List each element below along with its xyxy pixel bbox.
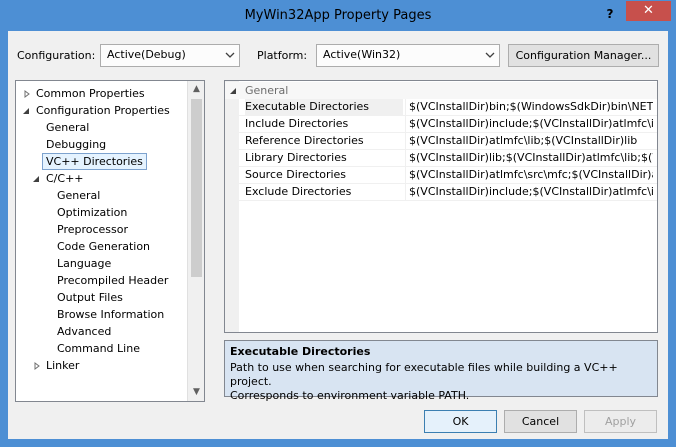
description-line-1: Path to use when searching for executabl… <box>230 361 618 388</box>
property-tree: Common Properties Configuration Properti… <box>15 80 205 402</box>
grid-margin <box>225 81 239 332</box>
property-name: Executable Directories <box>245 99 403 115</box>
tree-item-optimization[interactable]: Optimization <box>57 205 127 222</box>
window-title: MyWin32App Property Pages <box>244 8 432 23</box>
platform-dropdown[interactable]: Active(Win32) <box>316 44 500 67</box>
configuration-label: Configuration: <box>17 49 96 62</box>
configuration-value: Active(Debug) <box>107 48 186 61</box>
help-button[interactable]: ? <box>598 4 622 24</box>
tree-item-precompiled-header[interactable]: Precompiled Header <box>57 273 168 290</box>
configuration-manager-button[interactable]: Configuration Manager... <box>508 44 659 67</box>
chevron-down-icon <box>485 52 495 58</box>
apply-button[interactable]: Apply <box>584 410 657 433</box>
tree-item-output-files[interactable]: Output Files <box>57 290 123 307</box>
dialog-client-area: Configuration: Active(Debug) Platform: A… <box>8 31 668 439</box>
property-row[interactable]: Reference Directories $(VCInstallDir)atl… <box>239 133 657 150</box>
property-name: Exclude Directories <box>245 185 352 198</box>
tree-item-debugging[interactable]: Debugging <box>46 137 106 154</box>
tree-item-advanced[interactable]: Advanced <box>57 324 111 341</box>
cancel-button[interactable]: Cancel <box>504 410 577 433</box>
property-value[interactable]: $(VCInstallDir)atlmfc\src\mfc;$(VCInstal… <box>409 167 653 183</box>
tree-scrollbar[interactable]: ▲ ▼ <box>187 81 204 401</box>
property-pages-window: MyWin32App Property Pages ? ✕ Configurat… <box>0 0 676 447</box>
column-divider <box>405 150 406 167</box>
platform-value: Active(Win32) <box>323 48 401 61</box>
chevron-down-icon <box>225 52 235 58</box>
property-value[interactable]: $(VCInstallDir)bin;$(WindowsSdkDir)bin\N… <box>409 99 653 115</box>
configuration-dropdown[interactable]: Active(Debug) <box>100 44 240 67</box>
property-value[interactable]: $(VCInstallDir)atlmfc\lib;$(VCInstallDir… <box>409 133 653 149</box>
title-bar[interactable]: MyWin32App Property Pages ? ✕ <box>0 0 676 31</box>
property-value[interactable]: $(VCInstallDir)include;$(VCInstallDir)at… <box>409 184 653 200</box>
expand-arrow-icon[interactable] <box>23 90 31 98</box>
tree-item-language[interactable]: Language <box>57 256 111 273</box>
description-panel: Executable Directories Path to use when … <box>224 340 658 402</box>
category-label: General <box>245 84 289 97</box>
column-divider <box>405 116 406 133</box>
property-name: Include Directories <box>245 117 349 130</box>
tree-item-preprocessor[interactable]: Preprocessor <box>57 222 128 239</box>
tree-item-linker[interactable]: Linker <box>46 358 79 375</box>
scroll-up-icon[interactable]: ▲ <box>188 81 204 98</box>
expand-arrow-icon[interactable] <box>33 362 41 370</box>
column-divider <box>405 167 406 184</box>
property-name: Source Directories <box>245 168 347 181</box>
scrollbar-thumb[interactable] <box>191 99 202 277</box>
platform-label: Platform: <box>257 49 308 62</box>
ok-button[interactable]: OK <box>424 410 497 433</box>
tree-item-code-generation[interactable]: Code Generation <box>57 239 150 256</box>
column-divider <box>405 133 406 150</box>
property-row[interactable]: Source Directories $(VCInstallDir)atlmfc… <box>239 167 657 184</box>
category-row-general[interactable]: General <box>225 82 657 99</box>
column-divider <box>405 99 406 116</box>
property-row[interactable]: Library Directories $(VCInstallDir)lib;$… <box>239 150 657 167</box>
property-value[interactable]: $(VCInstallDir)include;$(VCInstallDir)at… <box>409 116 653 132</box>
property-value[interactable]: $(VCInstallDir)lib;$(VCInstallDir)atlmfc… <box>409 150 653 166</box>
tree-item-cpp-general[interactable]: General <box>57 188 100 205</box>
collapse-arrow-icon[interactable] <box>22 107 30 115</box>
close-button[interactable]: ✕ <box>626 1 671 21</box>
column-divider <box>405 184 406 201</box>
description-title: Executable Directories <box>230 345 371 358</box>
property-name: Reference Directories <box>245 134 364 147</box>
tree-item-configuration-properties[interactable]: Configuration Properties <box>36 103 170 120</box>
tree-item-browse-information[interactable]: Browse Information <box>57 307 164 324</box>
collapse-arrow-icon[interactable] <box>229 87 237 95</box>
property-row[interactable]: Include Directories $(VCInstallDir)inclu… <box>239 116 657 133</box>
property-name: Library Directories <box>245 151 347 164</box>
tree-item-general[interactable]: General <box>46 120 89 137</box>
tree-item-c-cpp[interactable]: C/C++ <box>46 171 84 188</box>
tree-item-command-line[interactable]: Command Line <box>57 341 140 358</box>
property-grid: General Executable Directories $(VCInsta… <box>224 80 658 333</box>
property-row[interactable]: Executable Directories $(VCInstallDir)bi… <box>239 99 657 116</box>
scroll-down-icon[interactable]: ▼ <box>188 384 204 401</box>
tree-item-vc-directories[interactable]: VC++ Directories <box>42 153 147 170</box>
property-row[interactable]: Exclude Directories $(VCInstallDir)inclu… <box>239 184 657 201</box>
description-line-2: Corresponds to environment variable PATH… <box>230 389 470 402</box>
tree-item-common-properties[interactable]: Common Properties <box>36 86 145 103</box>
collapse-arrow-icon[interactable] <box>32 175 40 183</box>
